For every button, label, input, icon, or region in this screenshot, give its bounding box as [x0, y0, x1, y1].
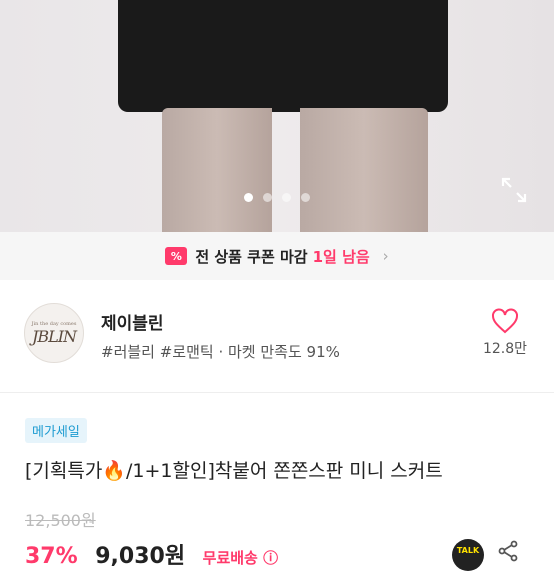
- skirt-photo-area: [118, 0, 448, 112]
- expand-icon[interactable]: [500, 176, 528, 204]
- original-price: 12,500원: [25, 511, 96, 530]
- coupon-banner[interactable]: % 전 상품 쿠폰 마감 1일 남음 ›: [0, 232, 554, 280]
- chevron-right-icon: ›: [382, 247, 389, 265]
- like-count: 12.8만: [482, 341, 528, 357]
- carousel-dot[interactable]: [282, 193, 291, 202]
- store-logo[interactable]: Jin the day comes JBLIN: [24, 303, 84, 363]
- price-row: 37% 9,030원 무료배송 ⓘ: [25, 538, 278, 570]
- carousel-dot[interactable]: [301, 193, 310, 202]
- sale-badge: 메가세일: [25, 418, 87, 443]
- carousel-dots: [0, 193, 554, 202]
- section-divider: [0, 392, 554, 393]
- discount-rate: 37%: [25, 544, 78, 569]
- product-title: [기획특가🔥/1+1할인]착붙어 쫀쫀스판 미니 스커트: [25, 460, 443, 482]
- carousel-dot[interactable]: [263, 193, 272, 202]
- talk-chat-button[interactable]: TALK: [452, 539, 484, 571]
- heart-icon[interactable]: [491, 308, 519, 334]
- coupon-text: 전 상품 쿠폰 마감: [195, 247, 308, 266]
- free-shipping-label[interactable]: 무료배송 ⓘ: [203, 549, 278, 567]
- product-image[interactable]: [0, 0, 554, 232]
- sale-price: 9,030원: [95, 544, 186, 569]
- coupon-ticket-icon: %: [165, 247, 188, 265]
- store-tags: #러블리 #로맨틱 · 마켓 만족도 91%: [101, 343, 340, 361]
- photo-leg-left: [162, 108, 272, 232]
- store-name[interactable]: 제이블린: [101, 309, 164, 334]
- photo-leg-right: [300, 108, 428, 232]
- carousel-dot[interactable]: [244, 193, 253, 202]
- logo-wordmark: JBLIN: [31, 326, 77, 346]
- share-icon[interactable]: [497, 540, 519, 562]
- coupon-deadline: 1일 남음: [312, 247, 370, 266]
